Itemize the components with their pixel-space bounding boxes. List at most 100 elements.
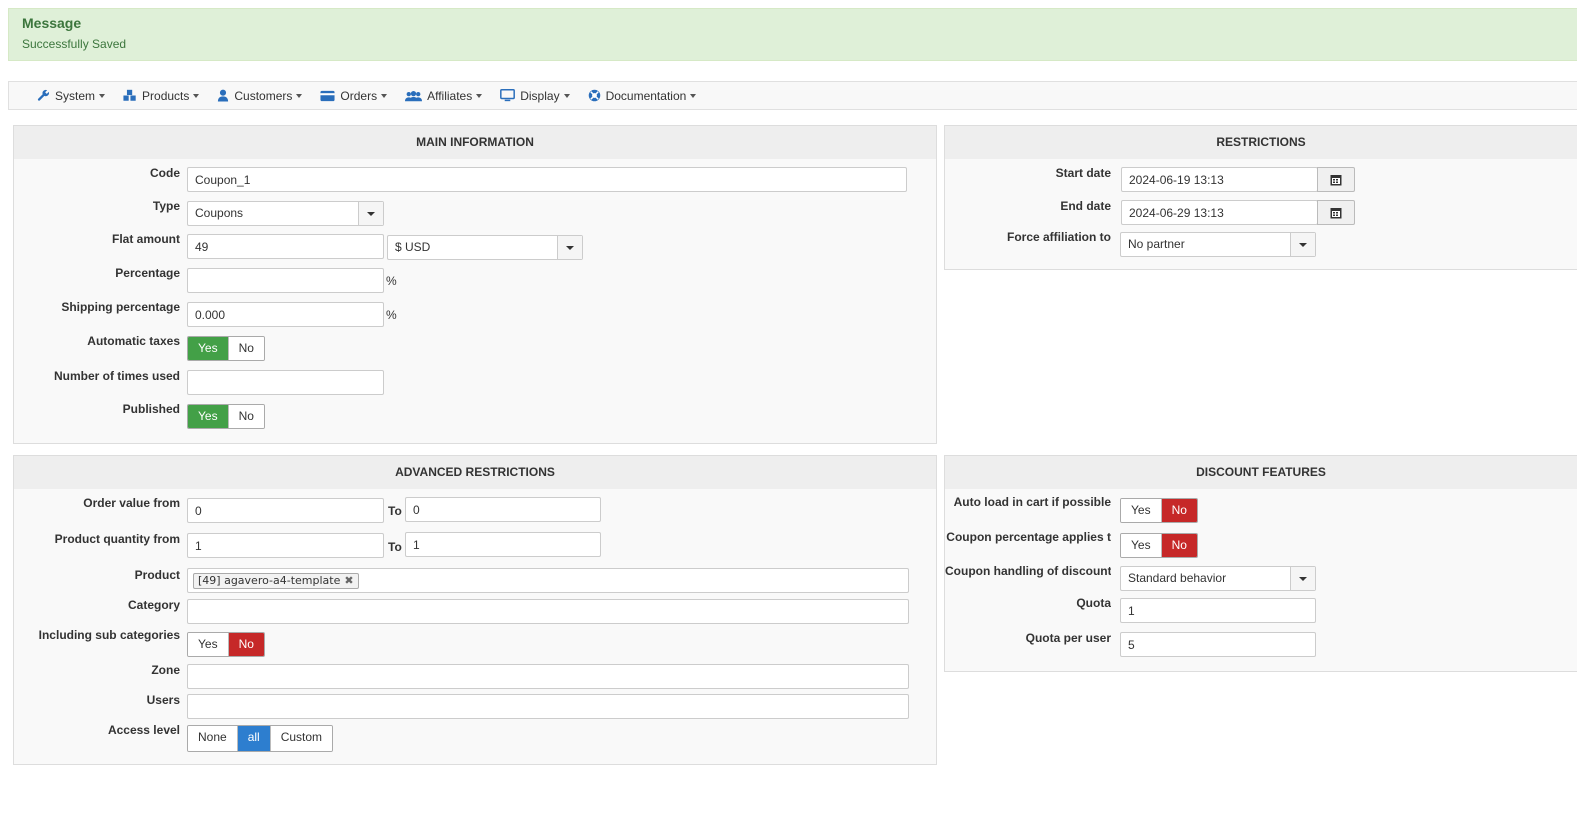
discount-handling-value: Standard behavior bbox=[1128, 571, 1227, 585]
published-yes-button[interactable]: Yes bbox=[188, 405, 229, 428]
automatic-taxes-toggle: Yes No bbox=[187, 336, 265, 361]
lifebuoy-icon bbox=[588, 89, 601, 102]
menu-display-label: Display bbox=[520, 88, 560, 103]
chevron-down-icon bbox=[557, 236, 582, 259]
chevron-down-icon bbox=[99, 93, 106, 98]
product-quantity-to-label: To bbox=[388, 540, 402, 554]
access-level-label: Access level bbox=[107, 723, 180, 737]
force-affiliation-value: No partner bbox=[1128, 237, 1185, 251]
sub-categories-no-button[interactable]: No bbox=[228, 633, 264, 656]
product-quantity-to-input[interactable] bbox=[405, 532, 601, 557]
chevron-down-icon bbox=[1290, 233, 1315, 256]
percentage-input[interactable] bbox=[187, 268, 384, 293]
menu-affiliates-label: Affiliates bbox=[427, 88, 473, 103]
product-multiselect[interactable]: [49] agavero-a4-template ✖ bbox=[187, 568, 909, 593]
menu-customers[interactable]: Customers bbox=[217, 89, 303, 103]
users-icon bbox=[405, 90, 423, 102]
percentage-applies-toggle: Yes No bbox=[1120, 533, 1198, 558]
currency-select[interactable]: $ USD bbox=[387, 235, 583, 260]
menu-system-label: System bbox=[55, 88, 96, 103]
chevron-down-icon bbox=[1290, 567, 1315, 590]
end-date-calendar-button[interactable] bbox=[1317, 200, 1355, 225]
discount-handling-label: Coupon handling of discount bbox=[945, 564, 1111, 578]
percentage-unit: % bbox=[386, 274, 397, 288]
credit-card-icon bbox=[320, 90, 335, 102]
sub-categories-yes-button[interactable]: Yes bbox=[188, 633, 229, 656]
access-none-button[interactable]: None bbox=[188, 726, 238, 751]
quota-per-user-label: Quota per user bbox=[1025, 631, 1111, 645]
discount-handling-select[interactable]: Standard behavior bbox=[1120, 566, 1316, 591]
category-label: Category bbox=[127, 598, 180, 612]
main-menu-bar: System Products Customers Orders Affilia… bbox=[8, 81, 1577, 110]
times-used-label: Number of times used bbox=[53, 369, 180, 383]
code-label: Code bbox=[150, 166, 180, 180]
menu-documentation[interactable]: Documentation bbox=[588, 89, 697, 103]
automatic-taxes-no-button[interactable]: No bbox=[228, 337, 264, 360]
type-select[interactable]: Coupons bbox=[187, 201, 384, 226]
menu-system[interactable]: System bbox=[37, 88, 106, 103]
start-date-calendar-button[interactable] bbox=[1317, 167, 1355, 192]
product-quantity-from-input[interactable] bbox=[187, 533, 384, 558]
menu-display[interactable]: Display bbox=[500, 88, 570, 103]
quota-per-user-input[interactable] bbox=[1120, 632, 1316, 657]
auto-load-no-button[interactable]: No bbox=[1161, 499, 1197, 522]
menu-products[interactable]: Products bbox=[123, 88, 200, 103]
menu-orders[interactable]: Orders bbox=[320, 88, 388, 103]
including-sub-categories-label: Including sub categories bbox=[38, 628, 180, 642]
message-text: Successfully Saved bbox=[22, 37, 127, 51]
menu-products-label: Products bbox=[142, 88, 190, 103]
auto-load-yes-button[interactable]: Yes bbox=[1121, 499, 1162, 522]
product-tag-label: [49] agavero-a4-template bbox=[198, 574, 341, 587]
discount-features-panel: DISCOUNT FEATURES Auto load in cart if p… bbox=[944, 455, 1577, 672]
percentage-applies-no-button[interactable]: No bbox=[1161, 534, 1197, 557]
menu-documentation-label: Documentation bbox=[605, 88, 687, 103]
published-no-button[interactable]: No bbox=[228, 405, 264, 428]
sub-categories-toggle: Yes No bbox=[187, 632, 265, 657]
wrench-icon bbox=[37, 89, 50, 102]
chevron-down-icon bbox=[476, 93, 483, 98]
percentage-applies-yes-button[interactable]: Yes bbox=[1121, 534, 1162, 557]
chevron-down-icon bbox=[563, 93, 570, 98]
force-affiliation-label: Force affiliation to bbox=[1006, 230, 1111, 244]
zone-multiselect[interactable] bbox=[187, 664, 909, 689]
monitor-icon bbox=[500, 89, 516, 102]
flat-amount-input[interactable] bbox=[187, 234, 384, 259]
users-multiselect[interactable] bbox=[187, 694, 909, 719]
order-value-to-label: To bbox=[388, 504, 402, 518]
quota-input[interactable] bbox=[1120, 598, 1316, 623]
main-information-panel: MAIN INFORMATION Code Type Coupons Flat … bbox=[13, 125, 937, 444]
remove-tag-icon[interactable]: ✖ bbox=[344, 569, 353, 592]
order-value-from-input[interactable] bbox=[187, 498, 384, 523]
chevron-down-icon bbox=[358, 202, 383, 225]
published-toggle: Yes No bbox=[187, 404, 265, 429]
automatic-taxes-yes-button[interactable]: Yes bbox=[188, 337, 229, 360]
percentage-label: Percentage bbox=[115, 266, 180, 280]
restrictions-panel: RESTRICTIONS Start date End date Force a… bbox=[944, 125, 1577, 270]
times-used-input[interactable] bbox=[187, 370, 384, 395]
end-date-input[interactable] bbox=[1121, 200, 1318, 225]
shipping-percentage-unit: % bbox=[386, 308, 397, 322]
order-value-to-input[interactable] bbox=[405, 497, 601, 522]
product-tag: [49] agavero-a4-template ✖ bbox=[193, 572, 359, 589]
message-title: Message bbox=[22, 15, 82, 31]
category-multiselect[interactable] bbox=[187, 599, 909, 624]
menu-affiliates[interactable]: Affiliates bbox=[405, 88, 483, 103]
start-date-input[interactable] bbox=[1121, 167, 1318, 192]
zone-label: Zone bbox=[151, 663, 180, 677]
panel-title: RESTRICTIONS bbox=[945, 126, 1577, 159]
users-label: Users bbox=[146, 693, 180, 707]
success-message: Message Successfully Saved bbox=[8, 8, 1577, 61]
calendar-icon bbox=[1330, 207, 1342, 218]
advanced-restrictions-panel: ADVANCED RESTRICTIONS Order value from T… bbox=[13, 455, 937, 765]
quota-label: Quota bbox=[1076, 596, 1111, 610]
type-label: Type bbox=[152, 199, 180, 213]
auto-load-label: Auto load in cart if possible bbox=[953, 495, 1111, 509]
access-all-button[interactable]: all bbox=[237, 726, 271, 751]
calendar-icon bbox=[1330, 174, 1342, 185]
code-input[interactable] bbox=[187, 167, 907, 192]
menu-orders-label: Orders bbox=[340, 88, 378, 103]
shipping-percentage-input[interactable] bbox=[187, 302, 384, 327]
force-affiliation-select[interactable]: No partner bbox=[1120, 232, 1316, 257]
automatic-taxes-label: Automatic taxes bbox=[87, 334, 180, 348]
access-custom-button[interactable]: Custom bbox=[270, 726, 333, 751]
